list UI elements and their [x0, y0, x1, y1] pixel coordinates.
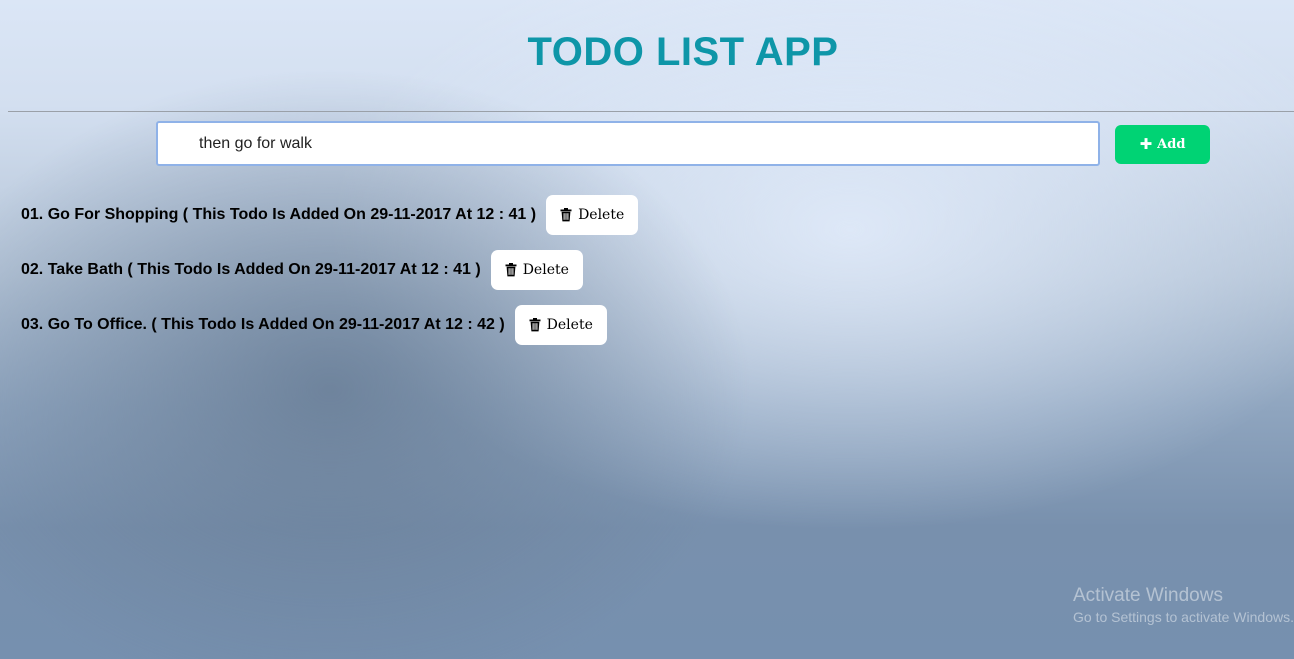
delete-button-label: Delete: [578, 207, 625, 223]
todo-number: 02.: [21, 261, 44, 278]
todo-item: 01. Go For Shopping ( This Todo Is Added…: [21, 195, 639, 235]
plus-icon: ✚: [1139, 135, 1153, 153]
todo-number: 01.: [21, 206, 44, 223]
delete-button[interactable]: Delete: [514, 305, 607, 345]
page-title: TODO LIST APP: [527, 30, 839, 74]
delete-button-label: Delete: [522, 262, 569, 278]
todo-text: 01. Go For Shopping ( This Todo Is Added…: [21, 206, 536, 224]
trash-icon: [505, 263, 517, 277]
delete-button[interactable]: Delete: [546, 195, 639, 235]
trash-icon: [560, 208, 572, 222]
delete-button-label: Delete: [546, 317, 593, 333]
header-divider: [8, 111, 1294, 112]
todo-label: Take Bath ( This Todo Is Added On 29-11-…: [47, 261, 481, 278]
trash-icon: [529, 318, 541, 332]
todo-label: Go To Office. ( This Todo Is Added On 29…: [47, 316, 505, 333]
todo-number: 03.: [21, 316, 44, 333]
watermark-subtitle: Go to Settings to activate Windows.: [1073, 609, 1294, 625]
activate-windows-watermark: Activate Windows Go to Settings to activ…: [1073, 585, 1294, 625]
todo-list: 01. Go For Shopping ( This Todo Is Added…: [21, 195, 639, 360]
watermark-title: Activate Windows: [1073, 585, 1223, 606]
todo-input[interactable]: [156, 121, 1100, 166]
add-button[interactable]: ✚ Add: [1115, 125, 1210, 164]
todo-item: 03. Go To Office. ( This Todo Is Added O…: [21, 305, 638, 345]
todo-text: 02. Take Bath ( This Todo Is Added On 29…: [21, 261, 481, 279]
delete-button[interactable]: Delete: [490, 250, 583, 290]
todo-label: Go For Shopping ( This Todo Is Added On …: [47, 206, 537, 223]
todo-text: 03. Go To Office. ( This Todo Is Added O…: [21, 316, 505, 334]
todo-item: 02. Take Bath ( This Todo Is Added On 29…: [21, 250, 638, 290]
add-button-label: Add: [1157, 137, 1186, 152]
